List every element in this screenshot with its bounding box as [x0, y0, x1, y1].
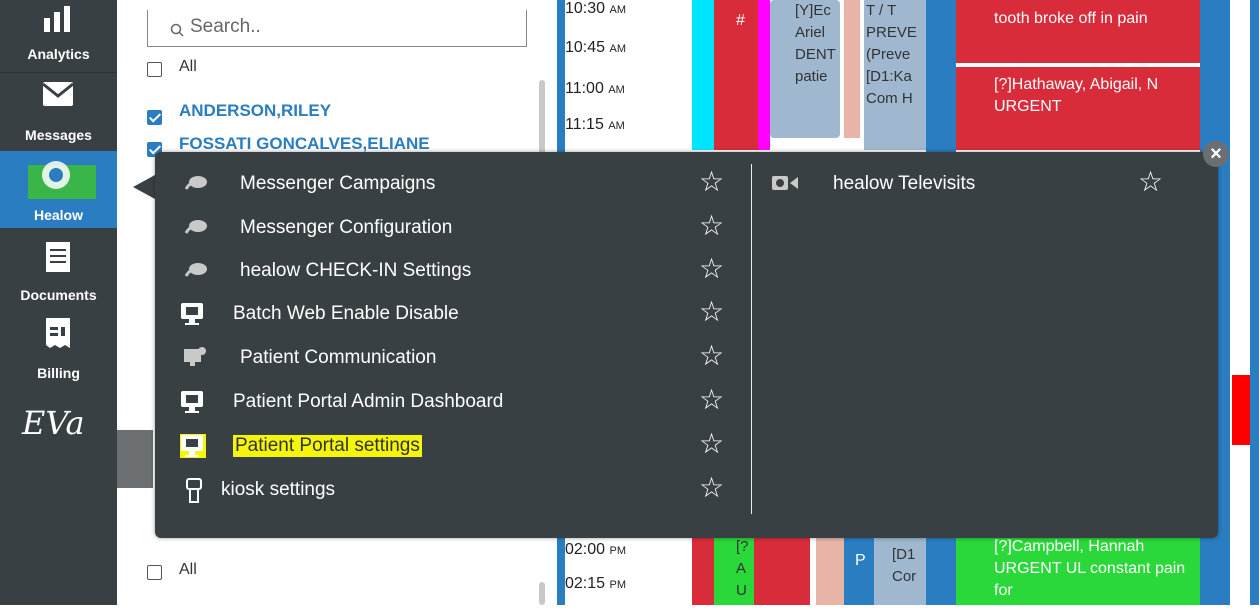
menu-item-healow-check-in-settings[interactable]: healow CHECK-IN Settings ☆ — [155, 251, 735, 291]
menu-item-label: Patient Portal Admin Dashboard — [233, 391, 504, 412]
nav-documents[interactable]: Documents — [0, 229, 117, 309]
filter-scrollbar[interactable] — [539, 582, 545, 605]
kiosk-icon — [185, 478, 211, 503]
select-all-checkbox[interactable] — [147, 62, 162, 77]
chat-bubble-icon — [183, 259, 209, 283]
menu-item-messenger-configuration[interactable]: Messenger Configuration ☆ — [155, 208, 735, 248]
search-placeholder: Search.. — [190, 16, 261, 37]
search-icon — [170, 23, 184, 37]
nav-messages-label: Messages — [25, 127, 92, 143]
select-all-checkbox[interactable] — [147, 565, 162, 580]
eva-logo: EVa — [22, 404, 85, 442]
menu-item-label: Messenger Configuration — [240, 217, 453, 238]
appointment-block[interactable] — [816, 538, 844, 605]
envelope-icon — [42, 82, 74, 106]
chat-bubble-icon — [183, 216, 209, 240]
menu-item-label: Batch Web Enable Disable — [233, 303, 459, 324]
menu-pointer — [133, 175, 155, 199]
appointment-text: [?]Hathaway, Abigail, N URGENT — [994, 76, 1159, 115]
nav-analytics[interactable]: Analytics — [0, 0, 117, 72]
menu-item-patient-communication[interactable]: Patient Communication ☆ — [155, 338, 735, 378]
provider-name: FOSSATI GONCALVES,ELIANE — [179, 134, 430, 153]
favorite-star-icon[interactable]: ☆ — [699, 430, 724, 458]
time-slot: 10:30 AM — [565, 0, 626, 17]
favorite-star-icon[interactable]: ☆ — [699, 298, 724, 326]
appointment-text: tooth broke off in pain — [994, 10, 1148, 27]
favorite-star-icon[interactable]: ☆ — [699, 342, 724, 370]
appointment-block[interactable] — [692, 0, 714, 150]
left-navigation: Analytics Messages Healow Documents Bill… — [0, 0, 117, 605]
favorite-star-icon[interactable]: ☆ — [699, 386, 724, 414]
monitor-share-icon — [183, 346, 209, 370]
nav-billing-label: Billing — [37, 365, 80, 381]
menu-item-patient-portal-admin-dashboard[interactable]: Patient Portal Admin Dashboard ☆ — [155, 382, 735, 422]
menu-item-label: healow CHECK-IN Settings — [240, 260, 472, 281]
appointment-text: [?]Campbell, Hannah URGENT UL constant p… — [994, 538, 1186, 599]
menu-item-label: kiosk settings — [221, 479, 336, 500]
menu-item-label: healow Televisits — [833, 173, 976, 194]
menu-item-label: Patient Portal settings — [233, 435, 422, 457]
menu-item-batch-web-enable-disable[interactable]: Batch Web Enable Disable ☆ — [155, 294, 735, 334]
time-slot: 10:45 AM — [565, 39, 626, 56]
time-slot: 02:00 PM — [565, 541, 626, 558]
healow-logo-icon — [42, 161, 70, 189]
monitor-icon — [180, 390, 206, 414]
appointment-text: [? A U — [736, 538, 749, 599]
menu-item-kiosk-settings[interactable]: kiosk settings ☆ — [155, 470, 735, 510]
time-slot: 11:00 AM — [565, 80, 625, 97]
nav-eva[interactable]: EVa — [0, 390, 117, 450]
search-field[interactable]: Search.. — [147, 10, 527, 47]
appointment-text: P — [855, 552, 866, 569]
nav-billing[interactable]: Billing — [0, 309, 117, 388]
appointment-block[interactable] — [758, 0, 770, 150]
menu-item-healow-televisits[interactable]: healow Televisits ☆ — [767, 164, 1187, 204]
nav-messages[interactable]: Messages — [0, 73, 117, 150]
billing-icon — [46, 318, 70, 348]
video-camera-icon — [771, 172, 798, 196]
select-all-label: All — [179, 561, 197, 578]
provider-checkbox[interactable] — [147, 110, 162, 125]
appointment-block[interactable] — [692, 538, 714, 605]
menu-item-patient-portal-settings[interactable]: Patient Portal settings ☆ — [155, 426, 735, 466]
select-all-label: All — [179, 58, 197, 75]
monitor-icon — [180, 302, 206, 326]
appointment-text: [Y]Ec Ariel DENT patie — [795, 2, 836, 85]
favorite-star-icon[interactable]: ☆ — [1138, 168, 1163, 196]
analytics-icon — [44, 6, 70, 32]
favorite-star-icon[interactable]: ☆ — [699, 212, 724, 240]
close-button[interactable]: × — [1203, 141, 1229, 167]
menu-item-label: Messenger Campaigns — [240, 173, 436, 194]
appointment-block[interactable] — [844, 0, 860, 138]
time-slot: 02:15 PM — [565, 575, 626, 592]
appointment-block[interactable] — [754, 538, 810, 605]
menu-column-divider — [751, 164, 752, 514]
appointment-block[interactable] — [1232, 375, 1250, 445]
monitor-icon — [180, 434, 206, 458]
document-icon — [46, 242, 70, 272]
favorite-star-icon[interactable]: ☆ — [699, 474, 724, 502]
collapse-toggle[interactable] — [117, 430, 153, 488]
nav-healow-label: Healow — [33, 207, 83, 223]
menu-item-messenger-campaigns[interactable]: Messenger Campaigns ☆ — [155, 164, 735, 204]
nav-healow[interactable]: Healow — [0, 151, 117, 228]
favorite-star-icon[interactable]: ☆ — [699, 255, 724, 283]
favorite-star-icon[interactable]: ☆ — [699, 168, 724, 196]
time-slot: 11:15 AM — [565, 116, 625, 133]
appointment-text: [D1 Cor — [892, 546, 917, 585]
appointment-text: # — [736, 12, 745, 29]
filter-scrollbar[interactable] — [539, 80, 545, 160]
nav-analytics-label: Analytics — [27, 46, 90, 62]
schedule-border — [1250, 0, 1259, 605]
provider-name: ANDERSON,RILEY — [179, 101, 332, 120]
menu-item-label: Patient Communication — [240, 347, 437, 368]
appointment-text: T / T PREVE (Preve [D1:Ka Com H — [866, 2, 917, 107]
healow-menu-popover: Messenger Campaigns ☆ Messenger Configurat… — [155, 152, 1218, 538]
nav-documents-label: Documents — [20, 287, 97, 303]
chat-bubble-icon — [183, 172, 209, 196]
